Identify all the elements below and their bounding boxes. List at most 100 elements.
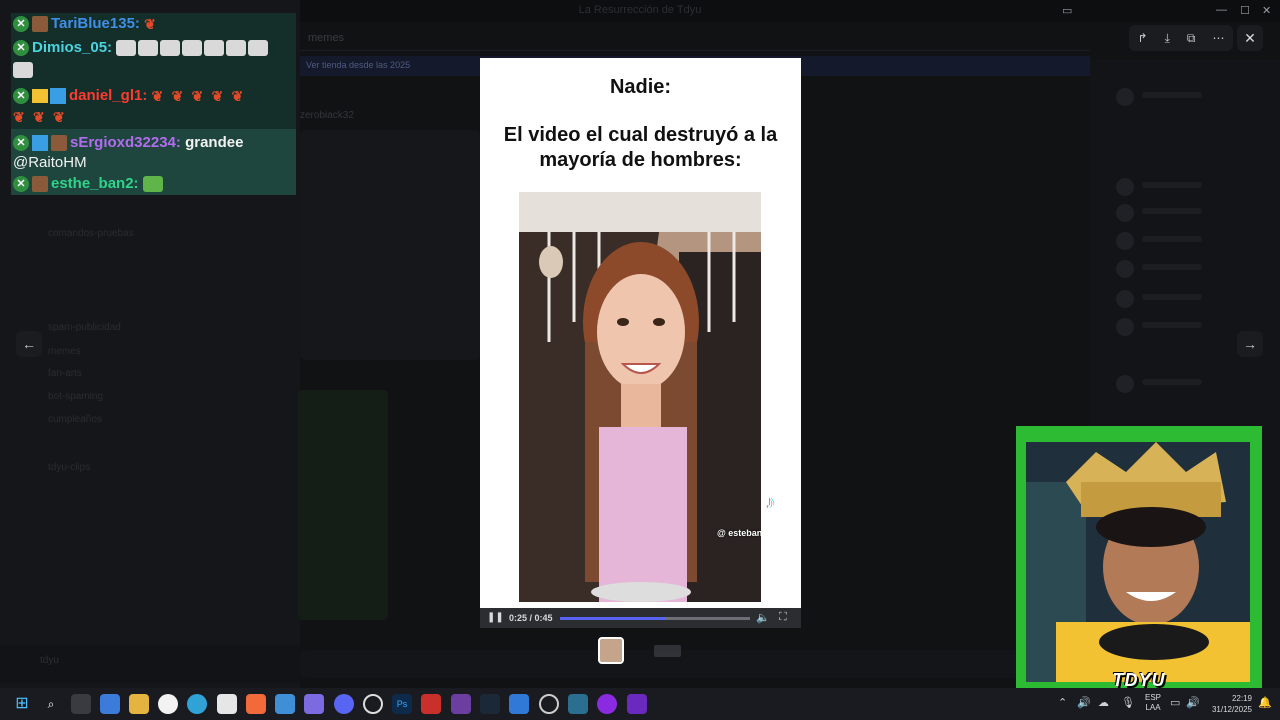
chat-message-cont: ❦ ❦ ❦ [13, 108, 73, 125]
x-badge-icon: ✕ [13, 40, 29, 57]
speaker-icon[interactable]: 🔊 [1077, 696, 1091, 709]
chat-message: ✕ Dimios_05: [13, 39, 270, 57]
chat-username: sErgioxd32234: [70, 134, 181, 151]
webcam-feed [1026, 442, 1250, 682]
clock-date: 31/12/2025 [1211, 705, 1252, 714]
emote-icon: ❦ [13, 109, 25, 126]
discord-icon[interactable] [334, 694, 354, 714]
maximize-button[interactable]: ☐ [1240, 4, 1250, 17]
app-icon[interactable] [509, 694, 529, 714]
edge-icon[interactable] [187, 694, 207, 714]
user-panel: tdyu [0, 645, 300, 683]
volume-icon[interactable]: 🔊 [1186, 696, 1200, 709]
minimize-button[interactable]: — [1216, 4, 1227, 16]
emote-icon [142, 176, 163, 193]
chat-message: ✕ esthe_ban2: [13, 175, 165, 193]
channel-item: fan-arts [48, 368, 82, 379]
download-icon[interactable]: ⤓ [1165, 31, 1170, 46]
store-icon[interactable] [217, 694, 237, 714]
task-view-icon[interactable] [71, 694, 91, 714]
notice-banner-text: Ver tienda desde las 2025 [306, 60, 411, 70]
media-thumbnail[interactable] [654, 645, 681, 657]
notepad-icon[interactable] [304, 694, 324, 714]
photoshop-icon[interactable]: Ps [392, 694, 412, 714]
more-icon[interactable]: ⋯ [1212, 31, 1224, 45]
video-controls: ❚❚ 0:25 / 0:45 🔈 ⛶ [480, 608, 801, 628]
previous-media-button[interactable]: ← [16, 331, 42, 357]
obs-icon[interactable] [597, 694, 617, 714]
system-clock[interactable]: 22:19 31/12/2025 [1208, 693, 1252, 715]
emote-icon: ❦ [231, 88, 244, 105]
emote-icon: ❦ [171, 88, 184, 105]
app-icon[interactable] [627, 694, 647, 714]
network-icon[interactable]: ☁ [1098, 696, 1109, 709]
chat-username: Dimios_05: [32, 39, 113, 56]
app-icon[interactable] [568, 694, 588, 714]
chat-text: grandee [185, 134, 244, 151]
gift-badge-icon [32, 176, 48, 193]
media-thumbnail-active[interactable] [598, 637, 624, 664]
chat-message-cont [13, 61, 35, 79]
clock-icon[interactable] [363, 694, 383, 714]
emote-icon: ❦ [144, 16, 156, 33]
windows-start-icon[interactable]: ⊞ [12, 694, 32, 714]
emote-icon [13, 62, 33, 79]
chat-username: esthe_ban2: [51, 175, 139, 192]
forward-icon[interactable]: ↱ [1138, 31, 1148, 45]
open-external-icon[interactable]: ⧉ [1187, 31, 1196, 46]
sub-badge-icon [32, 135, 48, 152]
chat-message-cont: @RaitoHM [13, 154, 87, 171]
app-icon[interactable] [421, 694, 441, 714]
channel-item: comandos-pruebas [48, 228, 134, 239]
x-badge-icon: ✕ [13, 176, 29, 193]
emote-icon: ❦ [191, 88, 204, 105]
close-viewer-button[interactable]: ✕ [1237, 25, 1263, 51]
member-item [1116, 232, 1266, 250]
language-indicator[interactable]: ESP LAA [1145, 693, 1161, 713]
channel-item: cumpleaños [48, 414, 102, 425]
mic-icon[interactable]: 🎙 [1121, 696, 1135, 709]
streamer-image [1026, 442, 1250, 682]
chrome-icon[interactable] [158, 694, 178, 714]
media-viewer: Nadie: El video el cual destruyó a la ma… [480, 58, 801, 628]
video-frame[interactable]: @ estebanbeaulon [519, 192, 761, 602]
chevron-up-icon[interactable]: ⌃ [1058, 696, 1067, 709]
message-input [300, 650, 1090, 678]
user-name: tdyu [40, 655, 59, 666]
wifi-icon[interactable]: ▭ [1170, 696, 1180, 709]
app-icon[interactable] [451, 694, 471, 714]
taskbar: ⊞ ⌕ Ps ⌃ 🔊 ☁ 🎙 ESP LAA ▭ 🔊 22:19 31/12/202… [0, 688, 1280, 720]
notifications-icon[interactable]: 🔔 [1258, 696, 1272, 709]
video-progress-fill [560, 617, 667, 620]
emote-icon [204, 40, 225, 57]
chat-text: @RaitoHM [13, 154, 87, 171]
member-item [1116, 260, 1266, 278]
search-icon[interactable]: ⌕ [41, 694, 61, 714]
pause-icon[interactable]: ❚❚ [487, 612, 504, 623]
webcam-frame: TDYU [1016, 426, 1262, 692]
steam-icon[interactable] [480, 694, 500, 714]
cast-icon[interactable]: ▭ [1062, 4, 1072, 17]
video-time: 0:25 / 0:45 [509, 613, 553, 623]
gift-badge-icon [51, 135, 67, 152]
close-window-button[interactable]: ✕ [1262, 4, 1271, 17]
chat-attachment [298, 390, 388, 620]
file-explorer-icon[interactable] [129, 694, 149, 714]
channel-header-name: memes [308, 32, 345, 44]
next-media-button[interactable]: → [1237, 331, 1263, 357]
stream-chat-overlay: ✕ TariBlue135: ❦ ✕ Dimios_05: ✕ daniel_gl1:… [11, 13, 296, 195]
photos-icon[interactable] [275, 694, 295, 714]
app-icon[interactable] [539, 694, 559, 714]
fullscreen-icon[interactable]: ⛶ [779, 611, 787, 624]
volume-icon[interactable]: 🔈 [756, 611, 770, 624]
gift-badge-icon [32, 16, 48, 33]
chat-message: ✕ daniel_gl1: ❦ ❦ ❦ ❦ ❦ [13, 87, 252, 105]
emote-icon [226, 40, 247, 57]
brave-icon[interactable] [246, 694, 266, 714]
x-badge-icon: ✕ [13, 135, 29, 152]
copilot-icon[interactable] [100, 694, 120, 714]
member-item [1116, 318, 1266, 336]
media-toolbar: ↱ ⤓ ⧉ ⋯ [1129, 25, 1233, 51]
tiktok-logo-icon: ♪ [766, 492, 775, 512]
video-progress-track[interactable] [560, 617, 750, 620]
